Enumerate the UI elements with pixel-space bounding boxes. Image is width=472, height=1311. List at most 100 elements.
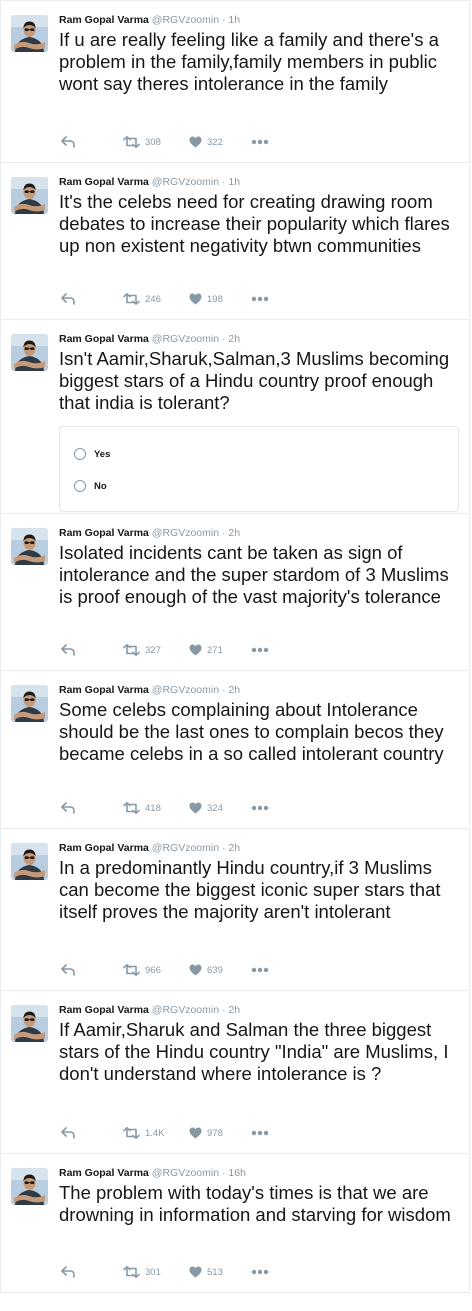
tweet-header: Ram Gopal Varma @RGVzoomin · 2h [59,842,240,855]
avatar[interactable] [11,1168,48,1205]
tweet[interactable]: Ram Gopal Varma @RGVzoomin · 2h Isolated… [0,513,470,671]
tweet[interactable]: Ram Gopal Varma @RGVzoomin · 2h In a pre… [0,828,470,991]
like-icon [189,964,202,976]
poll-option-no[interactable]: No [74,478,107,494]
retweet-button[interactable]: 418 [123,800,161,816]
tweet-time[interactable]: 1h [228,176,240,188]
avatar[interactable] [11,334,48,371]
retweet-icon [123,1127,140,1139]
tweet-actions: 246 198 [59,291,299,307]
more-button[interactable] [251,642,269,658]
like-count: 198 [207,293,223,305]
more-button[interactable] [251,1264,269,1280]
like-button[interactable]: 271 [189,642,223,658]
author-name[interactable]: Ram Gopal Varma [59,842,149,854]
retweet-button[interactable]: 308 [123,134,161,150]
author-name[interactable]: Ram Gopal Varma [59,1167,149,1179]
more-button[interactable] [251,800,269,816]
like-button[interactable]: 978 [189,1125,223,1141]
author-name[interactable]: Ram Gopal Varma [59,14,149,26]
like-icon [189,644,202,656]
more-button[interactable] [251,134,269,150]
more-icon [251,139,269,145]
more-icon [251,805,269,811]
author-name[interactable]: Ram Gopal Varma [59,333,149,345]
tweet-time[interactable]: 2h [228,1004,240,1016]
author-handle[interactable]: @RGVzoomin [152,527,219,539]
reply-button[interactable] [61,291,75,307]
reply-button[interactable] [61,1125,75,1141]
author-handle[interactable]: @RGVzoomin [152,1167,219,1179]
author-handle[interactable]: @RGVzoomin [152,176,219,188]
more-button[interactable] [251,962,269,978]
reply-button[interactable] [61,962,75,978]
more-button[interactable] [251,1125,269,1141]
reply-button[interactable] [61,800,75,816]
like-button[interactable]: 198 [189,291,223,307]
retweet-button[interactable]: 301 [123,1264,161,1280]
author-handle[interactable]: @RGVzoomin [152,1004,219,1016]
author-name[interactable]: Ram Gopal Varma [59,1004,149,1016]
reply-icon [61,1127,75,1139]
author-name[interactable]: Ram Gopal Varma [59,684,149,696]
author-handle[interactable]: @RGVzoomin [152,842,219,854]
reply-button[interactable] [61,642,75,658]
tweet-time[interactable]: 2h [228,333,240,345]
avatar[interactable] [11,685,48,722]
reply-button[interactable] [61,1264,75,1280]
tweet-time[interactable]: 1h [228,14,240,26]
tweet-time[interactable]: 2h [228,842,240,854]
separator: · [221,842,226,854]
tweet-header: Ram Gopal Varma @RGVzoomin · 2h [59,333,240,346]
tweet-actions: 308 322 [59,134,299,150]
like-count: 324 [207,802,223,814]
like-icon [189,1266,202,1278]
tweet[interactable]: Ram Gopal Varma @RGVzoomin · 1h It's the… [0,162,470,320]
tweet-time[interactable]: 2h [228,684,240,696]
avatar[interactable] [11,15,48,52]
retweet-icon [123,1266,140,1278]
author-name[interactable]: Ram Gopal Varma [59,176,149,188]
tweet[interactable]: Ram Gopal Varma @RGVzoomin · 16h The pro… [0,1153,470,1293]
author-handle[interactable]: @RGVzoomin [152,684,219,696]
radio-button[interactable] [74,448,86,460]
tweet-text: If u are really feeling like a family an… [59,29,439,94]
avatar[interactable] [11,177,48,214]
reply-button[interactable] [61,134,75,150]
retweet-button[interactable]: 246 [123,291,161,307]
avatar[interactable] [11,1005,48,1042]
radio-button[interactable] [74,480,86,492]
avatar[interactable] [11,528,48,565]
reply-icon [61,136,75,148]
tweet-time[interactable]: 16h [228,1167,246,1179]
author-name[interactable]: Ram Gopal Varma [59,527,149,539]
author-handle[interactable]: @RGVzoomin [152,14,219,26]
like-button[interactable]: 322 [189,134,223,150]
tweet[interactable]: Ram Gopal Varma @RGVzoomin · 2h Isn't Aa… [0,319,470,514]
tweet-time[interactable]: 2h [228,527,240,539]
tweet[interactable]: Ram Gopal Varma @RGVzoomin · 1h If u are… [0,0,470,163]
tweet-actions: 327 271 [59,642,299,658]
separator: · [221,527,226,539]
like-button[interactable]: 513 [189,1264,223,1280]
separator: · [221,176,226,188]
like-button[interactable]: 639 [189,962,223,978]
more-button[interactable] [251,291,269,307]
poll-option-yes[interactable]: Yes [74,446,110,462]
tweet-text: Isolated incidents cant be taken as sign… [59,542,449,607]
like-count: 639 [207,964,223,976]
retweet-button[interactable]: 327 [123,642,161,658]
tweet-actions: 1.4K 978 [59,1125,299,1141]
retweet-button[interactable]: 966 [123,962,161,978]
poll-option-label: Yes [94,448,111,460]
like-button[interactable]: 324 [189,800,223,816]
retweet-icon [123,136,140,148]
retweet-count: 966 [145,964,161,976]
retweet-icon [123,802,140,814]
separator: · [221,1167,226,1179]
tweet[interactable]: Ram Gopal Varma @RGVzoomin · 2h Some cel… [0,670,470,829]
author-handle[interactable]: @RGVzoomin [152,333,219,345]
tweet[interactable]: Ram Gopal Varma @RGVzoomin · 2h If Aamir… [0,990,470,1154]
retweet-button[interactable]: 1.4K [123,1125,165,1141]
avatar[interactable] [11,843,48,880]
